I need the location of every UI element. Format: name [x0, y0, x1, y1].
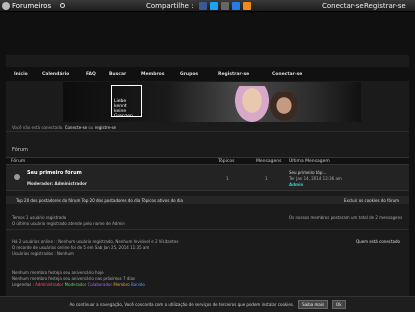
- register-link[interactable]: registre-se: [95, 125, 116, 130]
- legend-admin: Administrador: [35, 282, 64, 287]
- forum-page: Início Calendário FAQ Buscar Membros Gru…: [6, 55, 409, 312]
- nav-groups[interactable]: Grupos: [180, 72, 198, 77]
- online-users: Há 2 usuários online :: Nenhum usuário r…: [12, 239, 179, 244]
- cookie-text: Ao continuar a navegação, Você concorda …: [69, 302, 295, 307]
- main-nav: Início Calendário FAQ Buscar Membros Gru…: [6, 67, 409, 81]
- rss-icon[interactable]: [243, 2, 251, 10]
- brand-link[interactable]: Forumeiros: [2, 1, 52, 10]
- col-topics: Tópicos: [218, 159, 235, 164]
- forum-name[interactable]: Seu primeiro fórum: [27, 170, 82, 176]
- members-count: Temos 1 usuário registrado: [12, 215, 67, 220]
- social-icons: [199, 2, 251, 10]
- brand-label: Forumeiros: [12, 1, 52, 10]
- last-post-title[interactable]: Seu primeiro tóp...: [289, 170, 326, 175]
- banner-child-image: [235, 86, 269, 122]
- legend-collaborator: Colaborador: [87, 282, 113, 287]
- banner-child-image: [269, 92, 299, 122]
- social-icon[interactable]: [221, 2, 229, 10]
- latest-member: O último usuário registrado atende pelo …: [12, 221, 125, 226]
- legend-moderator: Moderador: [64, 282, 87, 287]
- twitter-icon[interactable]: [210, 2, 218, 10]
- share-icon[interactable]: [232, 2, 240, 10]
- nav-calendar[interactable]: Calendário: [42, 72, 69, 77]
- legend-member: Membro: [113, 282, 130, 287]
- registered-users: Usuários registrados : Nenhum: [12, 251, 74, 256]
- col-last-post: Última Mensagem: [289, 159, 330, 164]
- forum-table-header: Fórum Tópicos Mensagens Última Mensagem: [6, 157, 409, 165]
- birthday-today: Nenhum membro festeja seu aniversário ho…: [12, 270, 104, 275]
- top-toolbar: Forumeiros Compartilhe : Conectar-se Reg…: [0, 0, 415, 12]
- legend: Legendas : Administrador Moderador Colab…: [12, 282, 145, 287]
- forum-banner: Liebe kennt keine Grenzen: [63, 82, 361, 122]
- divider: [6, 131, 409, 132]
- divider: [6, 229, 409, 230]
- nav-register[interactable]: Registrar-se: [218, 72, 249, 77]
- login-status-text: Você não está conectado.: [12, 125, 64, 130]
- connect-link[interactable]: Conectar-se: [322, 2, 364, 10]
- last-post-author[interactable]: Admin: [289, 182, 303, 187]
- banner-logo: Liebe kennt keine Grenzen: [111, 85, 142, 119]
- register-link[interactable]: Registrar-se: [364, 2, 406, 10]
- nav-search[interactable]: Buscar: [109, 72, 126, 77]
- nav-login[interactable]: Conectar-se: [272, 72, 302, 77]
- facebook-icon[interactable]: [199, 2, 207, 10]
- delete-cookies-link[interactable]: Excluir os cookies do fórum: [344, 198, 399, 203]
- forum-heading: Fórum: [12, 147, 28, 153]
- topics-count: 1: [226, 176, 229, 181]
- links-bar: Top 20 dos postadores do fórum Top 20 do…: [6, 196, 409, 204]
- nav-home[interactable]: Início: [14, 72, 28, 77]
- top-posters-links[interactable]: Top 20 dos postadores do fórum Top 20 do…: [16, 198, 183, 203]
- cookie-banner: Ao continuar a navegação, Você concorda …: [0, 296, 415, 312]
- legend-label: Legendas :: [12, 282, 34, 287]
- birthday-week: Nenhum membro festeja seu aniversário no…: [12, 276, 135, 281]
- login-status: Você não está conectado. Conecte-se ou r…: [12, 125, 116, 130]
- forum-row[interactable]: Seu primeiro fórum Moderador: Administra…: [6, 165, 409, 191]
- forumeiros-logo-icon: [2, 1, 10, 10]
- login-link[interactable]: Conecte-se: [65, 125, 87, 130]
- search-icon[interactable]: [60, 3, 65, 8]
- posts-count: 1: [265, 176, 268, 181]
- forum-status-icon: [14, 174, 20, 180]
- login-or: ou: [88, 125, 94, 130]
- learn-more-button[interactable]: Saiba mais: [298, 300, 329, 309]
- nav-faq[interactable]: FAQ: [86, 72, 96, 77]
- col-posts: Mensagens: [256, 159, 282, 164]
- share-label: Compartilhe :: [146, 2, 194, 10]
- ok-button[interactable]: Ok: [332, 300, 346, 309]
- legend-banned: Banido: [131, 282, 145, 287]
- online-header: Quem está conectado: [356, 239, 400, 244]
- online-record: O recorde de usuários online foi de 5 em…: [12, 245, 150, 250]
- forum-moderator: Moderador: Administrador: [27, 181, 87, 186]
- last-post-date: Ter Jan 14, 2014 12:36 am: [289, 176, 342, 181]
- nav-members[interactable]: Membros: [141, 72, 164, 77]
- posts-total: Os nossos membros postaram um total de 2…: [289, 215, 403, 220]
- col-forum: Fórum: [11, 159, 26, 164]
